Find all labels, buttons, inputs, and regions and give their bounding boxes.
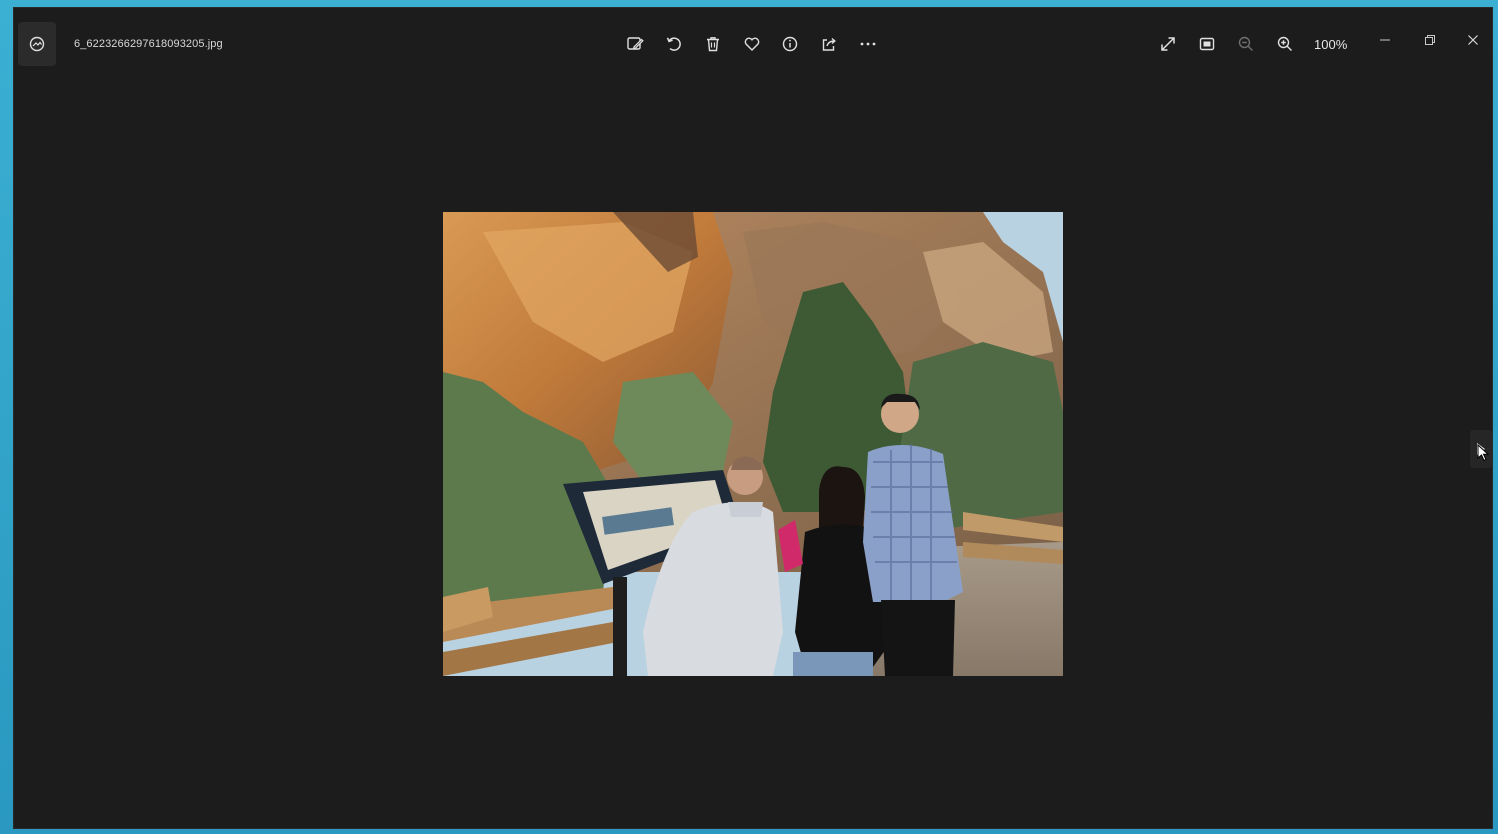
- file-name: 6_6223266297618093205.jpg: [74, 38, 223, 50]
- rotate-icon: [666, 37, 681, 51]
- fullscreen-icon: [1161, 37, 1175, 51]
- close-icon: [1468, 35, 1478, 45]
- fit-to-window-button[interactable]: [1196, 33, 1218, 55]
- edit-image-button[interactable]: [624, 33, 646, 55]
- more-options-icon: [860, 42, 876, 46]
- photos-app-icon: [29, 36, 45, 52]
- share-icon: [822, 37, 836, 51]
- info-button[interactable]: [779, 33, 801, 55]
- favorite-heart-icon: [744, 37, 760, 51]
- restore-button[interactable]: [1418, 28, 1442, 52]
- share-button[interactable]: [818, 33, 840, 55]
- title-bar: 6_6223266297618093205.jpg 100%: [14, 8, 1492, 82]
- fit-to-window-icon: [1199, 37, 1215, 51]
- zoom-in-icon: [1277, 36, 1292, 51]
- delete-icon: [707, 37, 719, 52]
- zoom-out-icon: [1238, 36, 1253, 51]
- favorite-button[interactable]: [741, 33, 763, 55]
- close-button[interactable]: [1461, 28, 1485, 52]
- app-menu-button[interactable]: [18, 22, 56, 66]
- minimize-icon: [1380, 39, 1390, 41]
- info-icon: [782, 36, 798, 52]
- delete-button[interactable]: [702, 33, 724, 55]
- photo-image: [443, 212, 1063, 676]
- zoom-in-button[interactable]: [1274, 33, 1296, 55]
- zoom-level-label[interactable]: 100%: [1314, 37, 1347, 52]
- restore-icon: [1425, 35, 1435, 45]
- minimize-button[interactable]: [1373, 28, 1397, 52]
- more-options-button[interactable]: [857, 33, 879, 55]
- edit-image-icon: [627, 37, 644, 50]
- displayed-photo: [443, 212, 1063, 676]
- mouse-cursor-icon: [1477, 444, 1490, 462]
- rotate-button[interactable]: [663, 33, 685, 55]
- photos-app-window: 6_6223266297618093205.jpg 100%: [14, 8, 1492, 828]
- zoom-out-button[interactable]: [1235, 33, 1257, 55]
- fullscreen-button[interactable]: [1157, 33, 1179, 55]
